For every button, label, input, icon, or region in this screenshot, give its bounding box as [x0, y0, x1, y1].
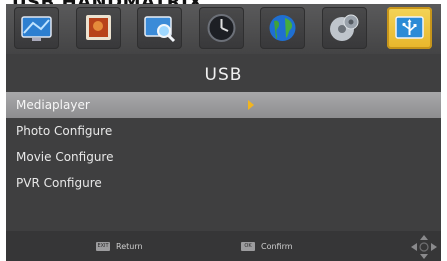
tab-disc[interactable]	[322, 7, 367, 49]
tab-clock[interactable]	[199, 7, 244, 49]
footer-hint-bar: EXIT Return OK Confirm	[6, 231, 441, 261]
globe-icon	[269, 15, 296, 41]
menu-item-mediaplayer[interactable]: Mediaplayer	[6, 92, 441, 118]
exit-key-icon: EXIT	[96, 241, 110, 251]
disc-icon	[330, 14, 359, 41]
menu-item-label: Mediaplayer	[16, 98, 90, 112]
confirm-hint[interactable]: OK Confirm	[241, 240, 293, 252]
tab-tv[interactable]	[14, 7, 59, 49]
usb-menu-screen: USB Mediaplayer Photo Configure Movie Co…	[6, 4, 441, 261]
usb-menu-list: Mediaplayer Photo Configure Movie Config…	[6, 92, 441, 196]
tab-globe[interactable]	[260, 7, 305, 49]
menu-item-pvr-configure[interactable]: PVR Configure	[6, 170, 441, 196]
tab-picture[interactable]	[76, 7, 121, 49]
clock-icon	[207, 14, 236, 42]
navigation-arrows-icon	[411, 235, 437, 259]
return-hint[interactable]: EXIT Return	[96, 240, 143, 252]
usb-icon	[395, 16, 424, 39]
page-title: USB	[204, 65, 243, 85]
menu-item-label: PVR Configure	[16, 176, 102, 190]
category-tab-bar	[6, 4, 441, 54]
menu-item-label: Movie Configure	[16, 150, 114, 164]
ok-key-icon: OK	[241, 241, 255, 251]
picture-icon	[86, 15, 111, 40]
tv-icon	[21, 16, 52, 41]
menu-item-label: Photo Configure	[16, 124, 113, 138]
menu-item-movie-configure[interactable]: Movie Configure	[6, 144, 441, 170]
chevron-right-icon	[248, 100, 254, 110]
tab-search[interactable]	[137, 7, 182, 49]
return-label: Return	[116, 241, 143, 251]
search-icon	[144, 16, 176, 43]
confirm-label: Confirm	[261, 241, 293, 251]
menu-item-photo-configure[interactable]: Photo Configure	[6, 118, 441, 144]
tab-usb[interactable]	[387, 7, 432, 49]
